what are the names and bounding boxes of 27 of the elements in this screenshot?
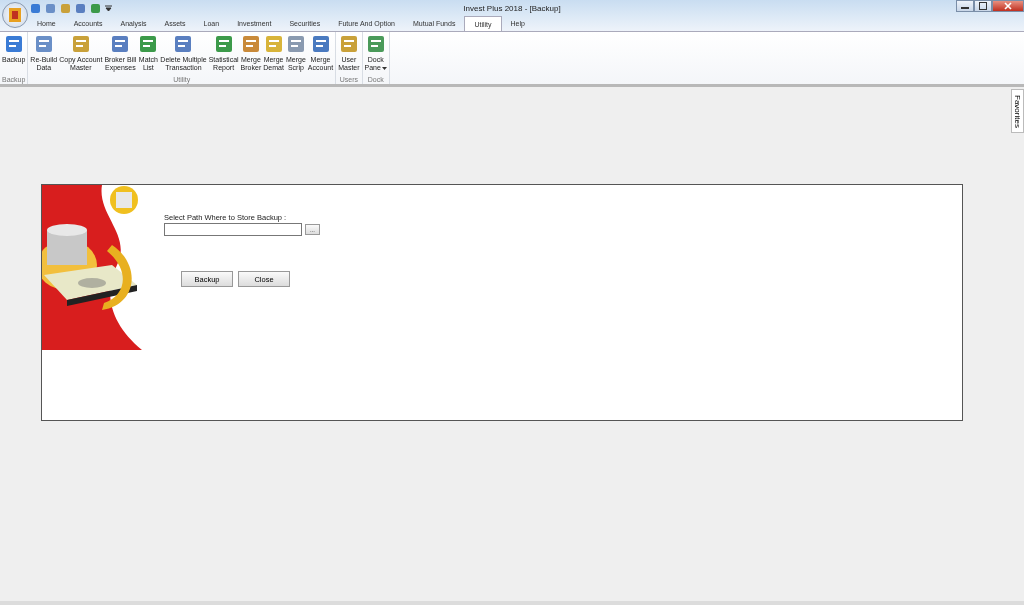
- document-icon: [110, 34, 131, 54]
- caret-icon: [381, 66, 387, 70]
- path-field[interactable]: [164, 223, 302, 236]
- side-tab[interactable]: Favorites: [1011, 89, 1024, 133]
- document-icon: [70, 34, 91, 54]
- app-menu-button[interactable]: [2, 2, 28, 28]
- document-icon: [213, 34, 234, 54]
- close-icon: [1004, 2, 1012, 10]
- toolbar-icon[interactable]: [30, 2, 41, 14]
- document-icon: [365, 34, 386, 54]
- close-button[interactable]: [992, 0, 1024, 12]
- restore-button[interactable]: [974, 0, 992, 12]
- document-icon: [338, 34, 359, 54]
- window-title: Invest Plus 2018 - [Backup]: [463, 3, 561, 13]
- toolbar-icon[interactable]: [45, 2, 56, 14]
- dropdown-icon[interactable]: [105, 5, 112, 11]
- document-icon: [310, 34, 331, 54]
- toolbar-icon[interactable]: [75, 2, 86, 14]
- minimize-button[interactable]: [956, 0, 974, 12]
- document-icon: [3, 34, 24, 54]
- restore-icon: [979, 2, 987, 10]
- document-icon: [173, 34, 194, 54]
- document-icon: [240, 34, 261, 54]
- document-icon: [33, 34, 54, 54]
- document-icon: [285, 34, 306, 54]
- document-icon: [138, 34, 159, 54]
- document-icon: [263, 34, 284, 54]
